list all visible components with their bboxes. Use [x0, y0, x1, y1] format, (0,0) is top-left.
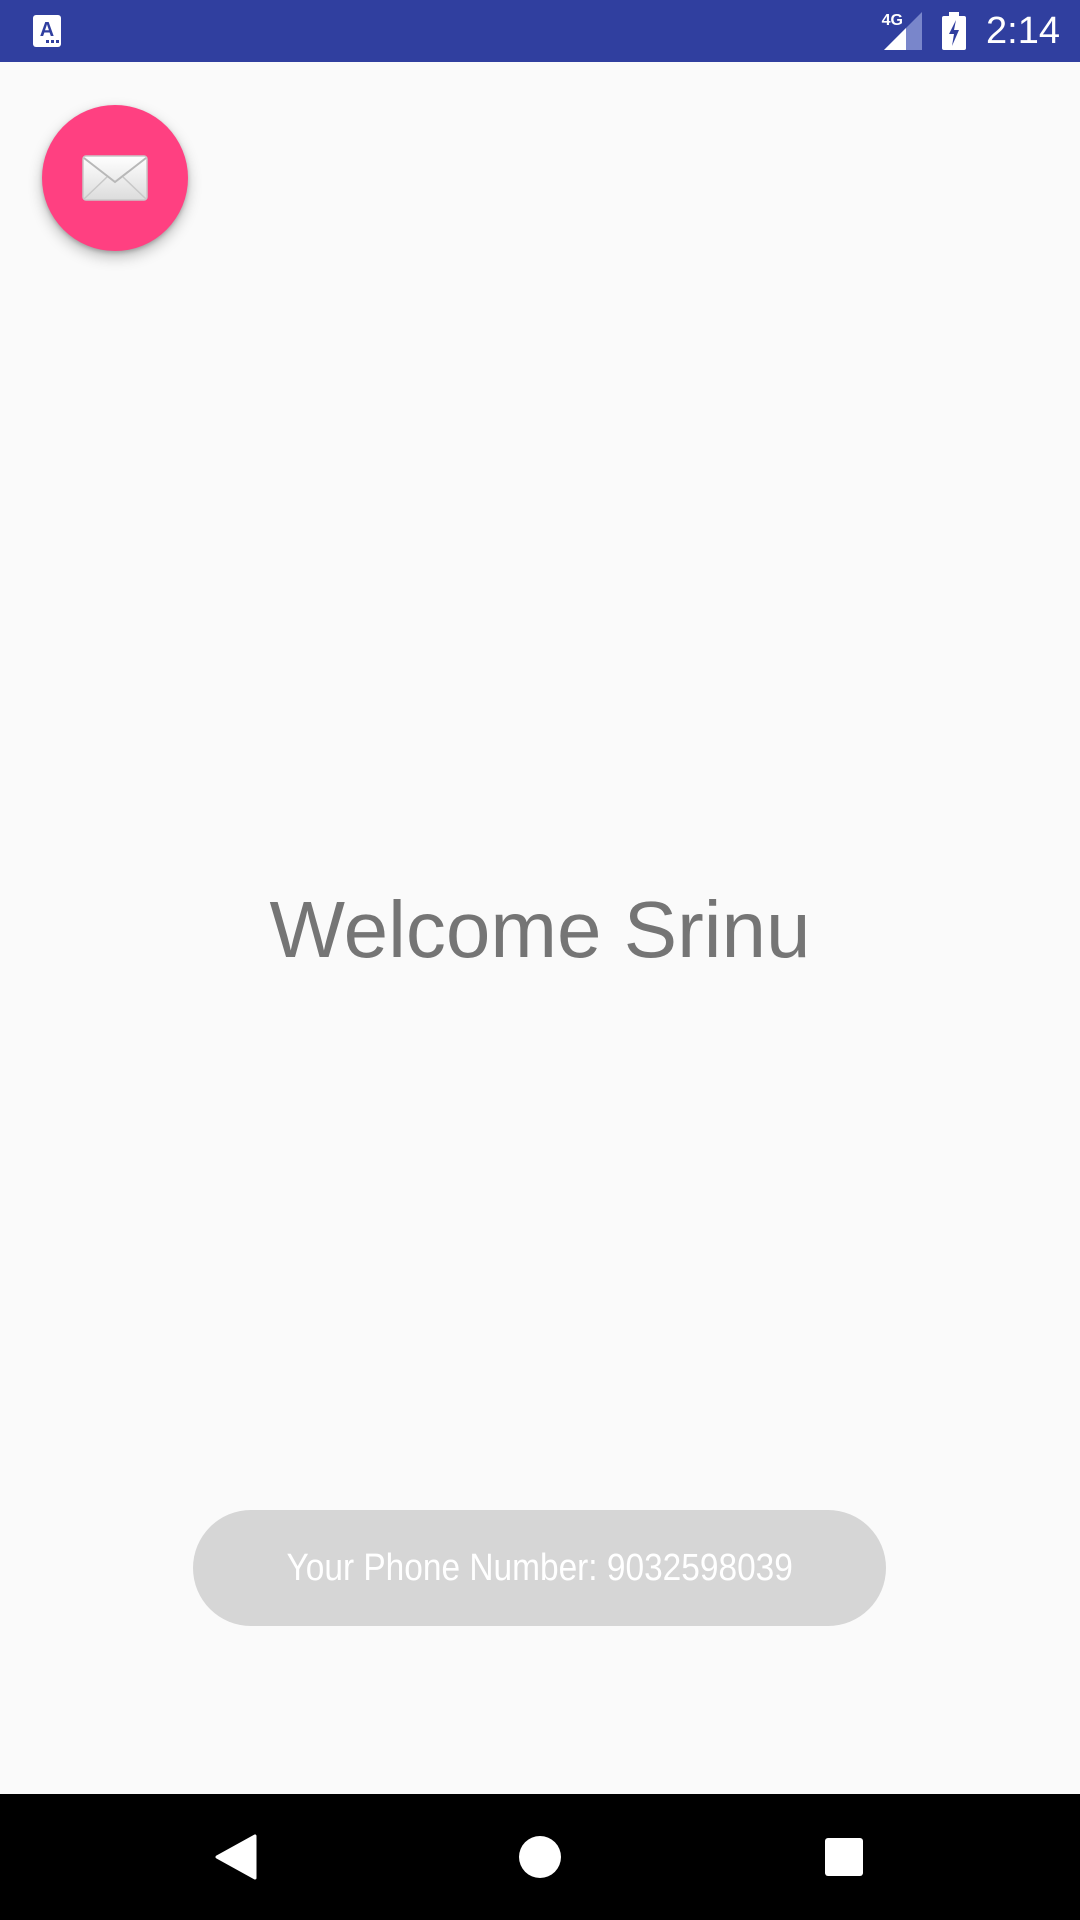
nav-recents-button[interactable]	[764, 1794, 924, 1920]
status-bar: A 4G 2:14	[0, 0, 1080, 62]
svg-text:A: A	[40, 19, 54, 41]
welcome-message: Welcome Srinu	[269, 885, 811, 974]
mail-icon	[82, 155, 148, 201]
home-icon	[519, 1836, 561, 1878]
back-icon	[215, 1834, 257, 1880]
app-notification-icon: A	[33, 15, 61, 47]
recents-icon	[825, 1838, 863, 1876]
toast-message: Your Phone Number: 9032598039	[286, 1546, 793, 1589]
status-clock: 2:14	[986, 10, 1060, 52]
signal-icon	[884, 12, 922, 50]
navigation-bar	[0, 1794, 1080, 1920]
battery-charging-icon	[942, 12, 966, 50]
email-fab-button[interactable]	[42, 105, 188, 251]
nav-back-button[interactable]	[156, 1794, 316, 1920]
toast: Your Phone Number: 9032598039	[193, 1510, 886, 1626]
nav-home-button[interactable]	[460, 1794, 620, 1920]
